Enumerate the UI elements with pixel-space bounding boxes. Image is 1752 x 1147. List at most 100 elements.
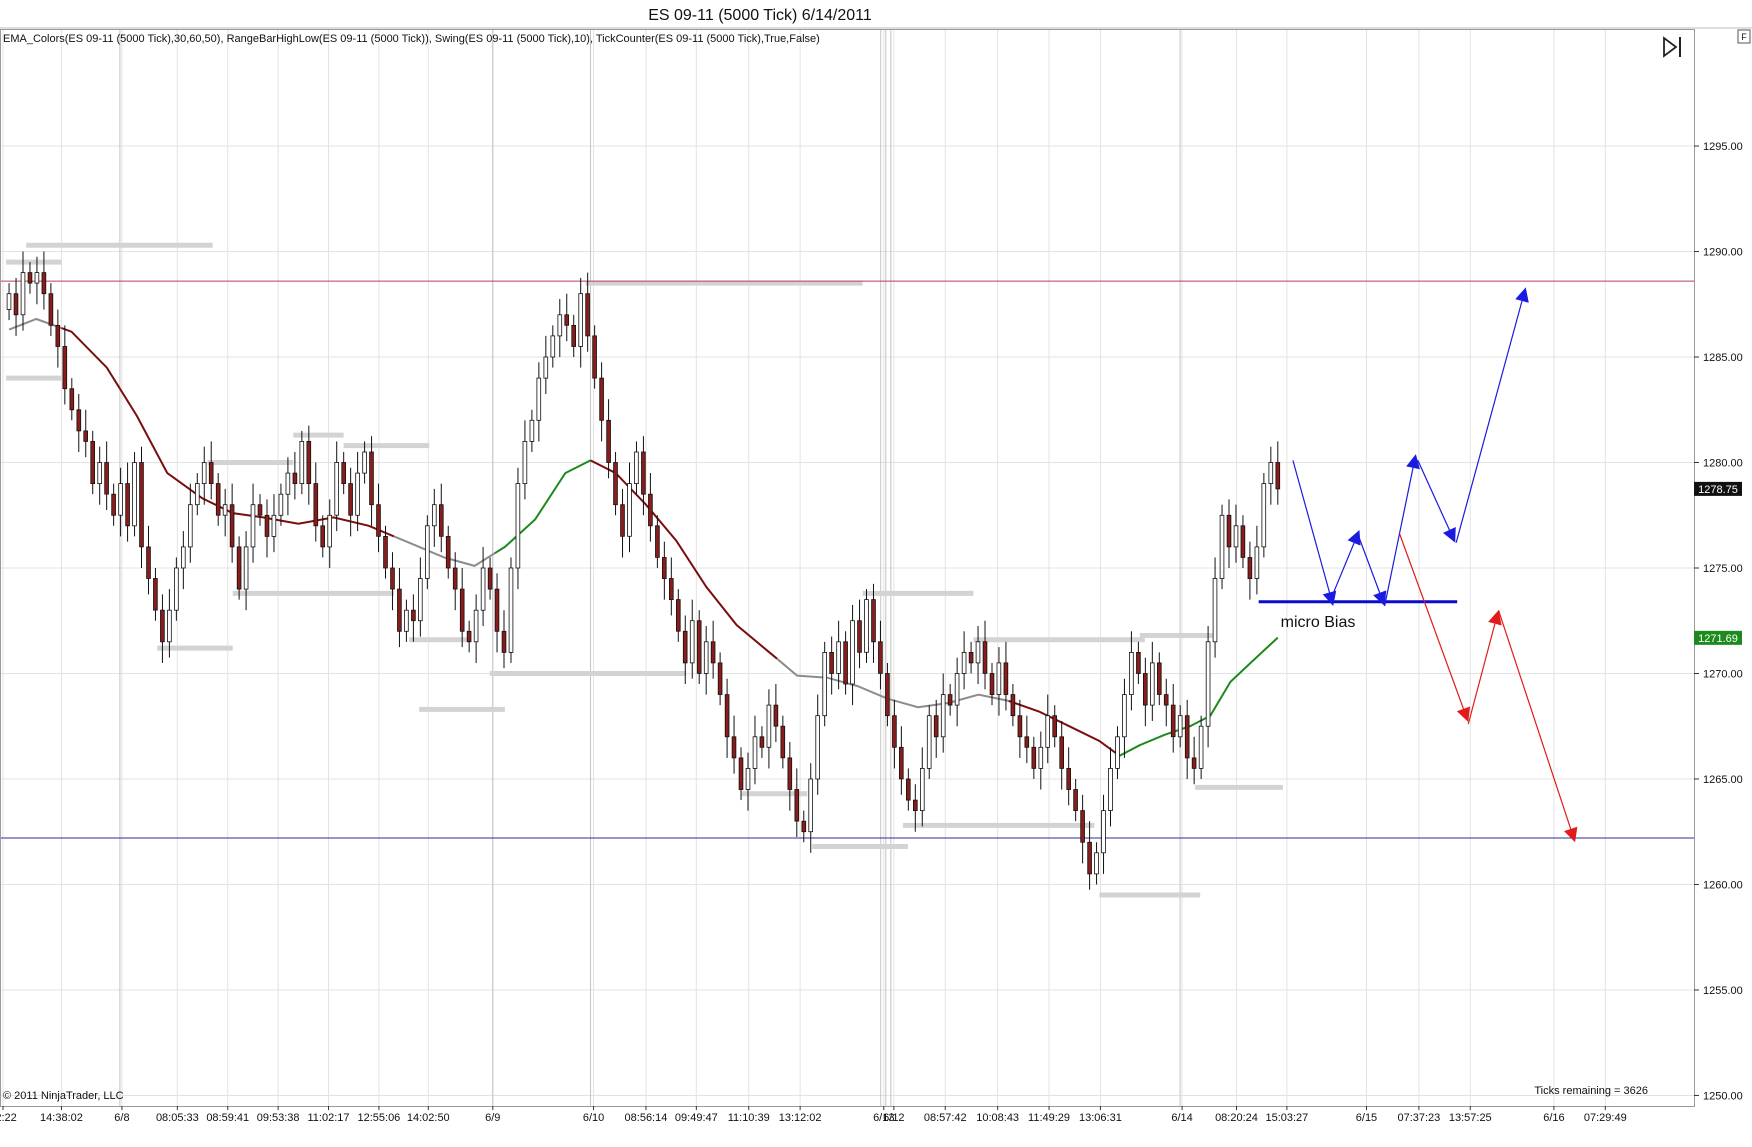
x-tick-label: 14:38:02 (40, 1112, 83, 1124)
candle (250, 504, 256, 548)
candle (634, 451, 639, 485)
candle (1247, 557, 1253, 580)
candle (41, 272, 47, 295)
candle (327, 514, 332, 548)
candle (487, 567, 493, 590)
candle (1129, 652, 1134, 696)
candle (620, 504, 625, 537)
candle (550, 335, 556, 358)
candle (655, 525, 660, 558)
candle (480, 567, 486, 611)
candle (808, 778, 813, 833)
candle (1157, 662, 1162, 695)
candle (982, 641, 988, 674)
candle (954, 673, 960, 706)
candle (160, 609, 165, 643)
candle (118, 483, 123, 516)
y-tick-label: 1250.00 (1703, 1090, 1743, 1102)
candle (878, 641, 883, 674)
candle (55, 324, 61, 347)
candle (139, 462, 144, 548)
play-to-end-icon[interactable] (1660, 34, 1686, 60)
candle (648, 493, 653, 527)
candle (146, 546, 151, 579)
candle (933, 715, 939, 738)
y-tick-label: 1280.00 (1703, 458, 1743, 470)
candle (320, 525, 325, 548)
candle (1275, 462, 1281, 490)
candle (431, 504, 437, 527)
candle (1136, 652, 1141, 674)
candle (445, 536, 451, 569)
candle (829, 652, 834, 674)
candle (1219, 514, 1225, 579)
candle (885, 673, 890, 717)
candle (1212, 578, 1218, 643)
y-tick-label: 1255.00 (1703, 985, 1743, 997)
candle (703, 641, 709, 674)
corner-badge[interactable]: F (1737, 29, 1751, 44)
candle (522, 440, 528, 484)
candle (857, 620, 862, 653)
x-tick-label: 13:12:02 (779, 1112, 822, 1124)
candle (278, 493, 284, 516)
y-tick-label: 1290.00 (1703, 247, 1743, 259)
candle (599, 377, 604, 421)
candle (1254, 546, 1260, 579)
candle (759, 736, 765, 748)
candle (1205, 641, 1211, 727)
candle (34, 272, 40, 284)
chart-title: ES 09-11 (5000 Tick) 6/14/2011 (648, 7, 872, 24)
price-chart[interactable]: ES 09-11 (5000 Tick) 6/14/2011 micro Bia… (0, 0, 1752, 1147)
candle (696, 620, 702, 674)
candle (717, 662, 723, 695)
candle (334, 462, 339, 516)
candle (194, 483, 200, 506)
candle (731, 736, 737, 759)
x-tick-label: 6/14 (1171, 1112, 1192, 1124)
y-tick-label: 1265.00 (1703, 774, 1743, 786)
candle (257, 504, 263, 516)
candle (815, 715, 820, 780)
candle (787, 757, 793, 790)
candle (557, 314, 563, 337)
x-tick-label: 13:06:31 (1079, 1112, 1122, 1124)
candle (1101, 810, 1106, 854)
candle (1115, 736, 1120, 769)
candle (424, 525, 430, 579)
candle (1198, 725, 1204, 769)
candle (215, 483, 221, 516)
candle (97, 462, 103, 485)
ticks-remaining-label: Ticks remaining = 3626 (1534, 1085, 1648, 1097)
candle (947, 694, 953, 706)
candle (83, 430, 89, 442)
x-tick-label: 11:02:17 (308, 1112, 350, 1124)
candle (208, 462, 214, 485)
candle (906, 778, 911, 801)
candle (794, 789, 800, 822)
candle (515, 483, 521, 569)
candle (222, 504, 228, 516)
candle (1122, 694, 1127, 738)
candle (578, 293, 583, 347)
candle (689, 620, 695, 664)
candle (662, 557, 667, 580)
y-tick-label: 1260.00 (1703, 879, 1743, 891)
x-tick-label: 13:57:25 (1449, 1112, 1492, 1124)
candle (62, 346, 68, 390)
candle (376, 504, 381, 537)
ema-price-label: 1271.69 (1698, 633, 1738, 645)
candle (1191, 757, 1197, 769)
candle (585, 293, 590, 337)
candle (975, 641, 981, 664)
candle (1010, 694, 1016, 717)
candle (285, 472, 291, 495)
candle (996, 662, 1002, 695)
y-tick-label: 1275.00 (1703, 563, 1743, 575)
candle (473, 609, 479, 643)
candle (536, 377, 542, 421)
candle (404, 609, 409, 632)
x-tick-label: 08:56:14 (625, 1112, 668, 1124)
x-tick-label: 09:49:47 (675, 1112, 718, 1124)
candle (348, 483, 353, 516)
